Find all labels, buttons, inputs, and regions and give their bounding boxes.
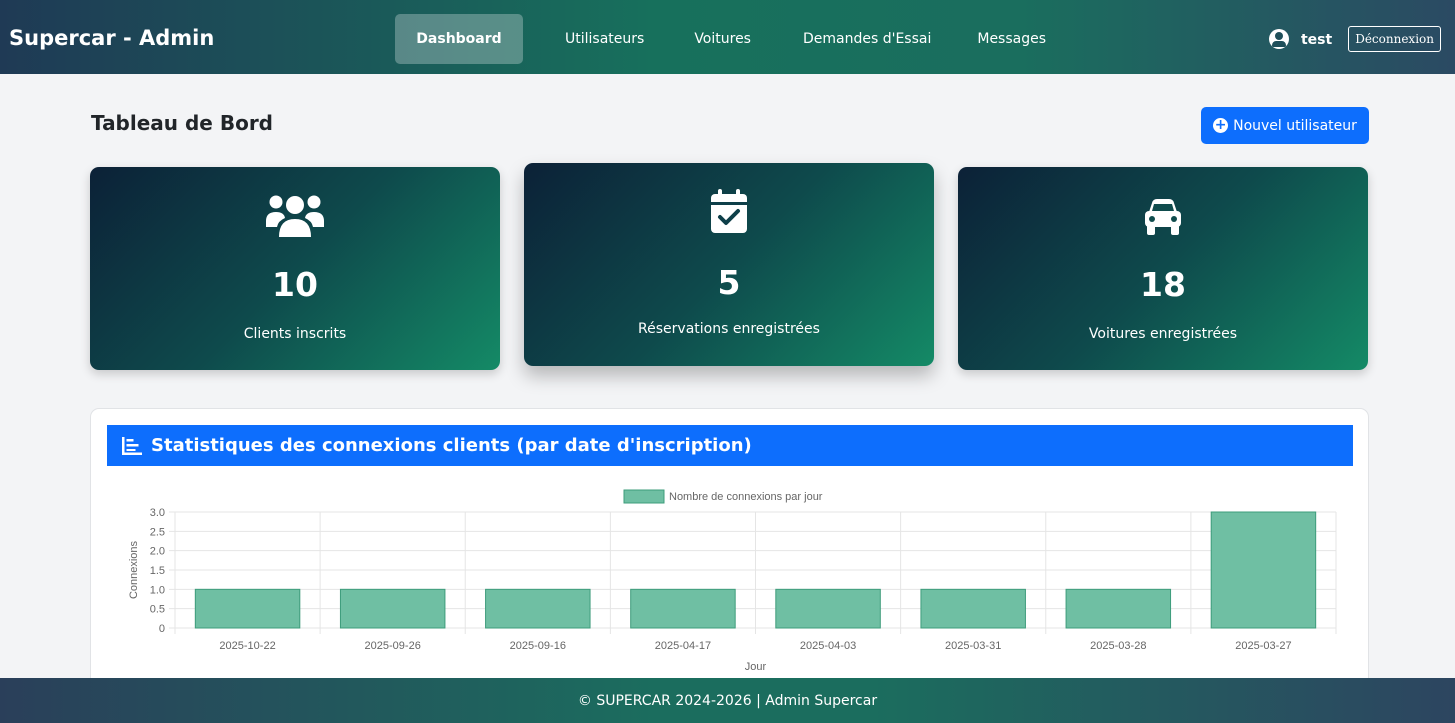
user-name: test [1300, 32, 1333, 48]
nav-links: Dashboard Utilisateurs Voitures Demandes… [395, 14, 1068, 64]
bar [630, 588, 736, 629]
y-tick-label: 2.0 [150, 546, 165, 558]
y-tick-label: 0 [159, 623, 165, 635]
nav-voitures[interactable]: Voitures [672, 14, 773, 64]
new-user-label: Nouvel utilisateur [1233, 117, 1357, 134]
x-tick-label: 2025-09-16 [510, 640, 566, 652]
x-tick-label: 2025-03-28 [1090, 640, 1146, 652]
bar [920, 588, 1026, 629]
y-tick-label: 1.5 [150, 565, 165, 577]
user-area: test Déconnexion [1268, 26, 1441, 52]
bar [1210, 511, 1317, 629]
chart-title: Statistiques des connexions clients (par… [151, 435, 752, 456]
user-circle-icon [1268, 29, 1289, 49]
y-tick-label: 3.0 [150, 507, 165, 519]
logout-button[interactable]: Déconnexion [1348, 26, 1441, 52]
stat-card-voitures: 18 Voitures enregistrées [958, 167, 1368, 370]
plus-circle-icon: + [1213, 117, 1229, 133]
x-tick-label: 2025-10-22 [219, 640, 275, 652]
new-user-button[interactable]: + Nouvel utilisateur [1201, 107, 1369, 144]
chart-header: Statistiques des connexions clients (par… [107, 425, 1353, 466]
stat-value: 5 [717, 263, 741, 302]
x-tick-label: 2025-04-03 [800, 640, 856, 652]
legend-label: Nombre de connexions par jour [669, 491, 823, 503]
users-icon [266, 195, 324, 237]
legend-swatch [623, 489, 665, 504]
y-tick-label: 1.0 [150, 584, 165, 596]
stat-card-clients: 10 Clients inscrits [90, 167, 500, 370]
connections-bar-chart: Nombre de connexions par jour 0 0.5 1.0 1.5 2… [128, 489, 1337, 673]
nav-demandes-essai[interactable]: Demandes d'Essai [781, 14, 953, 64]
x-tick-label: 2025-03-27 [1235, 640, 1291, 652]
y-tick-label: 0.5 [150, 604, 165, 616]
stat-label: Voitures enregistrées [1088, 326, 1238, 342]
stat-value: 10 [272, 265, 318, 304]
stat-label: Réservations enregistrées [638, 321, 820, 337]
page-title: Tableau de Bord [91, 111, 274, 135]
y-axis-title: Connexions [128, 540, 140, 599]
x-axis-title: Jour [745, 661, 767, 673]
bar [1065, 588, 1172, 629]
x-tick-label: 2025-09-26 [365, 640, 421, 652]
footer-text: © SUPERCAR 2024-2026 | Admin Supercar [577, 692, 878, 709]
y-tick-label: 2.5 [150, 526, 165, 538]
car-icon [1145, 199, 1181, 235]
stat-value: 18 [1140, 265, 1186, 304]
stat-label: Clients inscrits [243, 326, 347, 342]
chart-bar-icon [122, 436, 142, 455]
nav-dashboard[interactable]: Dashboard [395, 14, 523, 64]
nav-messages[interactable]: Messages [955, 14, 1068, 64]
nav-utilisateurs[interactable]: Utilisateurs [543, 14, 666, 64]
bar [775, 588, 881, 629]
brand-logo[interactable]: Supercar - Admin [9, 26, 214, 50]
bar [194, 588, 301, 629]
stat-card-reservations: 5 Réservations enregistrées [524, 163, 934, 366]
bar [339, 588, 446, 629]
x-tick-label: 2025-03-31 [945, 640, 1001, 652]
footer: © SUPERCAR 2024-2026 | Admin Supercar [0, 678, 1455, 723]
bar [485, 588, 591, 629]
calendar-check-icon [711, 189, 747, 233]
top-navbar: Supercar - Admin Dashboard Utilisateurs … [0, 0, 1455, 74]
x-tick-label: 2025-04-17 [655, 640, 711, 652]
